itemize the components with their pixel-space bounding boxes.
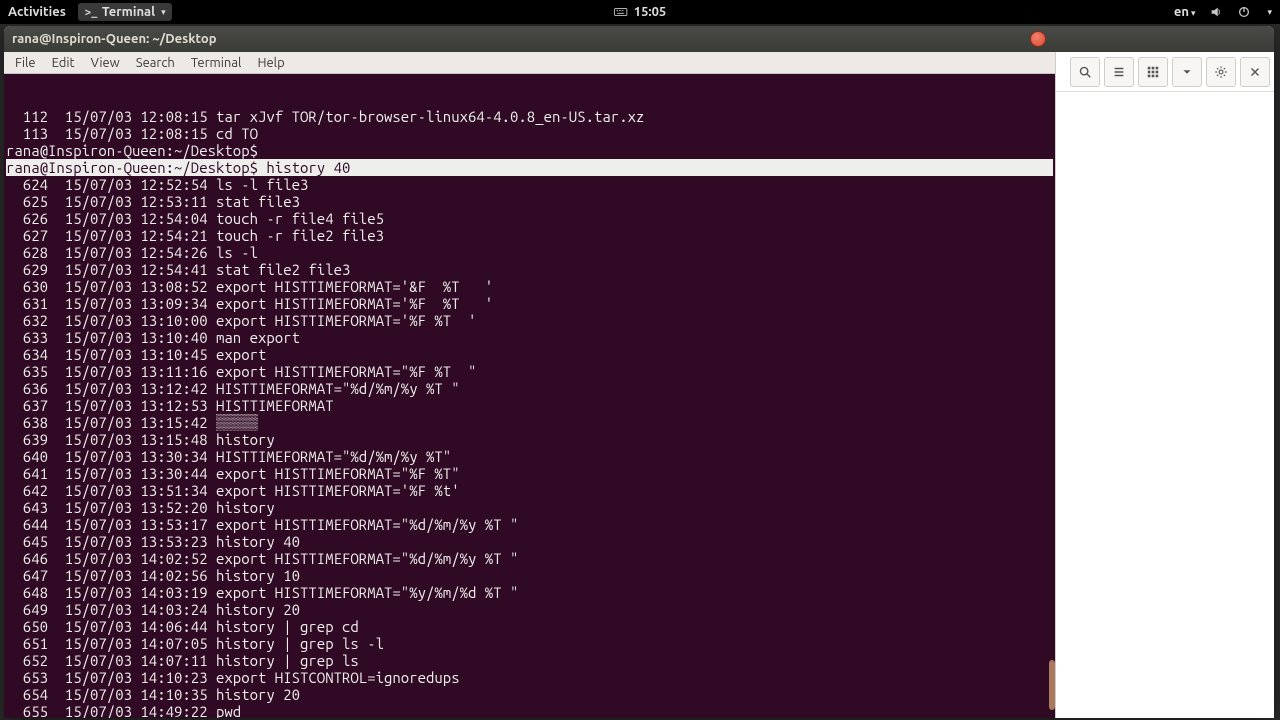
terminal-app-icon: >_ bbox=[84, 5, 98, 19]
terminal-line: 635 15/07/03 13:11:16 export HISTTIMEFOR… bbox=[6, 363, 1053, 380]
clock-area[interactable]: 15:05 bbox=[614, 5, 667, 19]
terminal-line: 626 15/07/03 12:54:04 touch -r file4 fil… bbox=[6, 210, 1053, 227]
terminal-line: 640 15/07/03 13:30:34 HISTTIMEFORMAT="%d… bbox=[6, 448, 1053, 465]
menu-help[interactable]: Help bbox=[250, 54, 291, 72]
grid-view-button[interactable] bbox=[1138, 57, 1168, 87]
side-panel bbox=[1055, 52, 1274, 718]
system-menu-caret[interactable]: ▾ bbox=[1267, 7, 1272, 18]
terminal-line: 651 15/07/03 14:07:05 history | grep ls … bbox=[6, 635, 1053, 652]
terminal-line: 649 15/07/03 14:03:24 history 20 bbox=[6, 601, 1053, 618]
window-titlebar[interactable]: rana@Inspiron-Queen: ~/Desktop bbox=[4, 26, 1274, 52]
menu-terminal[interactable]: Terminal bbox=[184, 54, 249, 72]
scrollbar-thumb[interactable] bbox=[1049, 660, 1055, 710]
language-indicator[interactable]: en▾ bbox=[1174, 5, 1196, 19]
terminal-window: rana@Inspiron-Queen: ~/Desktop File Edit… bbox=[4, 26, 1274, 718]
menu-search[interactable]: Search bbox=[129, 54, 182, 72]
terminal-line: 641 15/07/03 13:30:44 export HISTTIMEFOR… bbox=[6, 465, 1053, 482]
side-panel-toolbar bbox=[1056, 52, 1274, 92]
terminal-line: 628 15/07/03 12:54:26 ls -l bbox=[6, 244, 1053, 261]
terminal-line: 648 15/07/03 14:03:19 export HISTTIMEFOR… bbox=[6, 584, 1053, 601]
menu-file[interactable]: File bbox=[8, 54, 43, 72]
gnome-topbar: Activities >_ Terminal ▾ 15:05 en▾ ▾ bbox=[0, 0, 1280, 24]
terminal-line: 629 15/07/03 12:54:41 stat file2 file3 bbox=[6, 261, 1053, 278]
terminal-viewport[interactable]: 112 15/07/03 12:08:15 tar xJvf TOR/tor-b… bbox=[4, 74, 1055, 718]
terminal-line: 655 15/07/03 14:49:22 pwd bbox=[6, 703, 1053, 718]
terminal-line: 624 15/07/03 12:52:54 ls -l file3 bbox=[6, 176, 1053, 193]
keyboard-icon bbox=[614, 5, 628, 19]
app-menu[interactable]: >_ Terminal ▾ bbox=[78, 3, 172, 21]
terminal-line: 637 15/07/03 13:12:53 HISTTIMEFORMAT bbox=[6, 397, 1053, 414]
terminal-line: 638 15/07/03 13:15:42 ▒▒▒▒▒ bbox=[6, 414, 1053, 431]
terminal-line: 653 15/07/03 14:10:23 export HISTCONTROL… bbox=[6, 669, 1053, 686]
terminal-line: 112 15/07/03 12:08:15 tar xJvf TOR/tor-b… bbox=[6, 108, 1053, 125]
menu-view[interactable]: View bbox=[84, 54, 127, 72]
terminal-pane: File Edit View Search Terminal Help 112 … bbox=[4, 52, 1055, 718]
terminal-line: 647 15/07/03 14:02:56 history 10 bbox=[6, 567, 1053, 584]
volume-icon[interactable] bbox=[1209, 5, 1223, 19]
terminal-line: rana@Inspiron-Queen:~/Desktop$ bbox=[6, 142, 1053, 159]
terminal-line: 644 15/07/03 13:53:17 export HISTTIMEFOR… bbox=[6, 516, 1053, 533]
close-panel-button[interactable] bbox=[1240, 57, 1270, 87]
hamburger-menu-button[interactable] bbox=[1104, 57, 1134, 87]
terminal-line: 645 15/07/03 13:53:23 history 40 bbox=[6, 533, 1053, 550]
terminal-line: 643 15/07/03 13:52:20 history bbox=[6, 499, 1053, 516]
terminal-line: 634 15/07/03 13:10:45 export bbox=[6, 346, 1053, 363]
dropdown-button[interactable] bbox=[1172, 57, 1202, 87]
terminal-line: 625 15/07/03 12:53:11 stat file3 bbox=[6, 193, 1053, 210]
terminal-line: 654 15/07/03 14:10:35 history 20 bbox=[6, 686, 1053, 703]
terminal-line: 627 15/07/03 12:54:21 touch -r file2 fil… bbox=[6, 227, 1053, 244]
terminal-line: 113 15/07/03 12:08:15 cd TO bbox=[6, 125, 1053, 142]
terminal-line: 632 15/07/03 13:10:00 export HISTTIMEFOR… bbox=[6, 312, 1053, 329]
terminal-line: 631 15/07/03 13:09:34 export HISTTIMEFOR… bbox=[6, 295, 1053, 312]
power-icon[interactable] bbox=[1237, 5, 1251, 19]
terminal-line: 630 15/07/03 13:08:52 export HISTTIMEFOR… bbox=[6, 278, 1053, 295]
close-button[interactable] bbox=[1030, 31, 1046, 47]
terminal-line: 650 15/07/03 14:06:44 history | grep cd bbox=[6, 618, 1053, 635]
menu-edit[interactable]: Edit bbox=[45, 54, 82, 72]
terminal-current-command[interactable]: rana@Inspiron-Queen:~/Desktop$ history 4… bbox=[6, 159, 1053, 176]
terminal-line: 639 15/07/03 13:15:48 history bbox=[6, 431, 1053, 448]
terminal-line: 636 15/07/03 13:12:42 HISTTIMEFORMAT="%d… bbox=[6, 380, 1053, 397]
chevron-down-icon: ▾ bbox=[161, 7, 166, 18]
app-menu-label: Terminal bbox=[102, 5, 155, 19]
window-title: rana@Inspiron-Queen: ~/Desktop bbox=[12, 32, 217, 46]
terminal-line: 633 15/07/03 13:10:40 man export bbox=[6, 329, 1053, 346]
terminal-line: 652 15/07/03 14:07:11 history | grep ls bbox=[6, 652, 1053, 669]
terminal-line: 646 15/07/03 14:02:52 export HISTTIMEFOR… bbox=[6, 550, 1053, 567]
search-button[interactable] bbox=[1070, 57, 1100, 87]
terminal-line: 642 15/07/03 13:51:34 export HISTTIMEFOR… bbox=[6, 482, 1053, 499]
settings-button[interactable] bbox=[1206, 57, 1236, 87]
clock-time: 15:05 bbox=[634, 5, 667, 19]
activities-button[interactable]: Activities bbox=[8, 5, 66, 19]
menubar: File Edit View Search Terminal Help bbox=[4, 52, 1055, 74]
